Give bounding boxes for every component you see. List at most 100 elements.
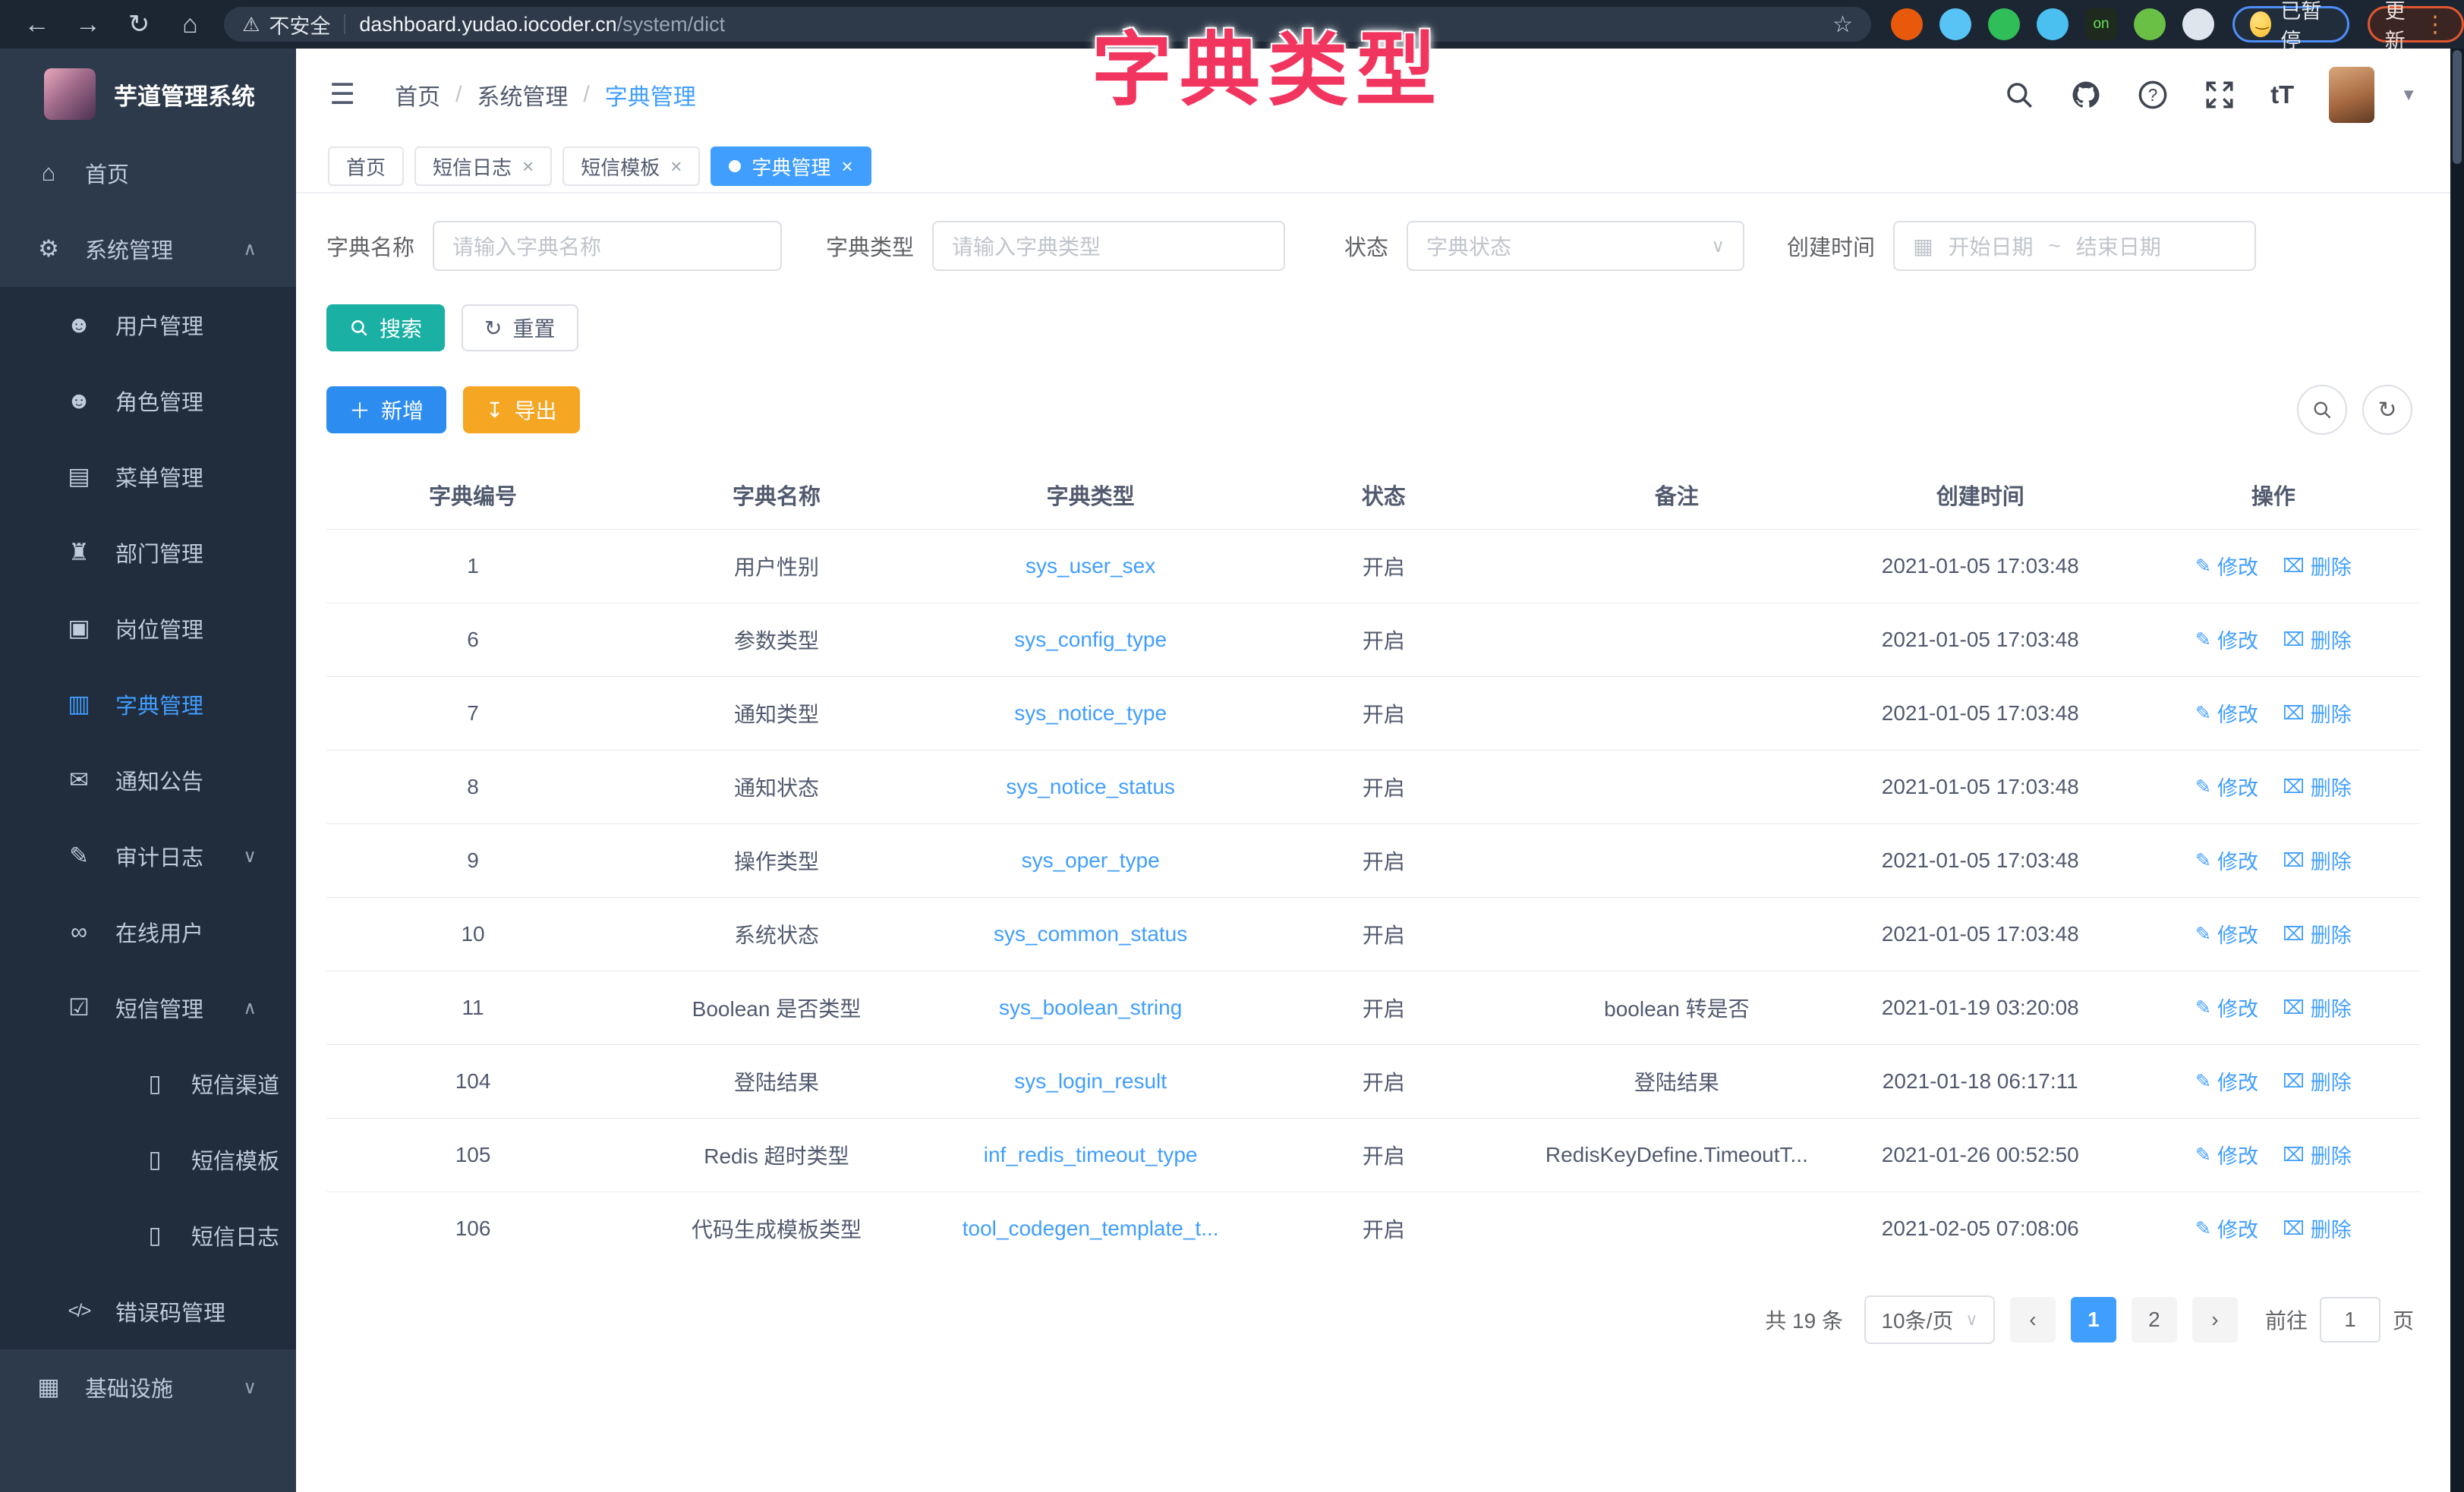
- delete-link[interactable]: ⌧删除: [2283, 625, 2352, 654]
- extension-icon-orange[interactable]: [1891, 8, 1923, 40]
- forward-icon[interactable]: →: [74, 10, 102, 39]
- extension-icon-green-circle[interactable]: [1988, 8, 2020, 40]
- dict-type-link[interactable]: sys_config_type: [934, 603, 1248, 676]
- edit-link[interactable]: ✎修改: [2195, 698, 2258, 728]
- export-button[interactable]: ↧ 导出: [463, 386, 579, 433]
- address-bar[interactable]: ⚠ 不安全 dashboard.yudao.iocoder.cn /system…: [224, 7, 1871, 42]
- sidebar-item-sms-channel[interactable]: ▯短信渠道: [0, 1046, 296, 1122]
- sidebar-item-online-users[interactable]: ∞在线用户: [0, 894, 296, 970]
- dict-type-link[interactable]: inf_redis_timeout_type: [934, 1118, 1248, 1191]
- dict-type-link[interactable]: sys_notice_status: [934, 750, 1248, 823]
- breadcrumb-system[interactable]: 系统管理: [477, 78, 568, 112]
- dict-type-link[interactable]: sys_oper_type: [934, 823, 1248, 897]
- search-button[interactable]: 搜索: [326, 304, 445, 351]
- extension-icon-on-badge[interactable]: on: [2085, 8, 2117, 40]
- dict-type-input[interactable]: 请输入字典类型: [932, 221, 1285, 271]
- sidebar-item-home[interactable]: ⌂首页: [0, 135, 296, 211]
- paused-badge[interactable]: 已暂停: [2232, 6, 2349, 42]
- sidebar-item-sms-log[interactable]: ▯短信日志: [0, 1198, 296, 1273]
- page-button-2[interactable]: 2: [2132, 1297, 2177, 1342]
- delete-link[interactable]: ⌧删除: [2283, 551, 2352, 581]
- browser-menu-icon[interactable]: ⋮: [2424, 11, 2447, 38]
- edit-link[interactable]: ✎修改: [2195, 625, 2258, 654]
- close-icon[interactable]: ×: [841, 155, 852, 178]
- dict-type-link[interactable]: sys_common_status: [934, 897, 1248, 971]
- dict-type-link[interactable]: sys_notice_type: [934, 676, 1248, 750]
- back-icon[interactable]: ←: [23, 10, 51, 39]
- status-cell: 开启: [1247, 971, 1520, 1044]
- extension-icon-diamond[interactable]: [2037, 8, 2069, 40]
- close-icon[interactable]: ×: [522, 155, 534, 178]
- prev-page-button[interactable]: ‹: [2010, 1297, 2056, 1342]
- sidebar-item-menu-management[interactable]: ▤菜单管理: [0, 439, 296, 515]
- reset-button[interactable]: ↻ 重置: [462, 304, 578, 351]
- sidebar-item-dict-management[interactable]: ▥字典管理: [0, 666, 296, 742]
- next-page-button[interactable]: ›: [2192, 1297, 2238, 1342]
- extension-icon-leaf[interactable]: [2134, 8, 2166, 40]
- goto-page-input[interactable]: [2320, 1297, 2381, 1342]
- edit-link[interactable]: ✎修改: [2195, 1213, 2258, 1243]
- sidebar-item-system-management[interactable]: ⚙系统管理∧: [0, 211, 296, 287]
- edit-link[interactable]: ✎修改: [2195, 551, 2258, 581]
- sidebar-item-post-management[interactable]: ▣岗位管理: [0, 590, 296, 666]
- home-icon[interactable]: ⌂: [176, 10, 204, 39]
- font-size-icon[interactable]: tT: [2270, 80, 2294, 109]
- breadcrumb-home[interactable]: 首页: [395, 78, 440, 112]
- hamburger-icon[interactable]: ☰: [329, 77, 355, 112]
- help-icon[interactable]: ?: [2137, 79, 2169, 111]
- delete-link[interactable]: ⌧删除: [2283, 1066, 2352, 1096]
- user-avatar[interactable]: [2329, 67, 2374, 123]
- delete-link[interactable]: ⌧删除: [2283, 698, 2352, 728]
- scrollbar-thumb[interactable]: [2453, 50, 2462, 164]
- fullscreen-icon[interactable]: [2204, 79, 2236, 111]
- toggle-search-button[interactable]: [2297, 385, 2347, 435]
- edit-link[interactable]: ✎修改: [2195, 845, 2258, 875]
- github-icon[interactable]: [2070, 79, 2102, 111]
- edit-link[interactable]: ✎修改: [2195, 993, 2258, 1022]
- add-button[interactable]: ＋ 新增: [326, 386, 446, 433]
- close-icon[interactable]: ×: [670, 155, 682, 178]
- sidebar-item-error-code-management[interactable]: </>错误码管理: [0, 1273, 296, 1349]
- sidebar-item-dept-management[interactable]: ♜部门管理: [0, 515, 296, 590]
- delete-link[interactable]: ⌧删除: [2283, 772, 2352, 801]
- edit-link[interactable]: ✎修改: [2195, 772, 2258, 801]
- refresh-table-button[interactable]: ↻: [2362, 385, 2412, 435]
- delete-link[interactable]: ⌧删除: [2283, 993, 2352, 1022]
- page-size-select[interactable]: 10条/页 ∨: [1864, 1295, 1995, 1344]
- search-icon[interactable]: [2003, 79, 2035, 111]
- sidebar-item-role-management[interactable]: ☻角色管理: [0, 363, 296, 439]
- sidebar-item-audit-log[interactable]: ✎审计日志∨: [0, 818, 296, 894]
- dict-name-input[interactable]: 请输入字典名称: [433, 221, 782, 271]
- delete-link[interactable]: ⌧删除: [2283, 1140, 2352, 1169]
- sidebar-item-sms-template[interactable]: ▯短信模板: [0, 1122, 296, 1198]
- dict-type-link[interactable]: sys_boolean_string: [934, 971, 1248, 1044]
- dict-type-link[interactable]: sys_user_sex: [934, 529, 1248, 603]
- chevron-down-icon[interactable]: ▼: [2400, 85, 2417, 105]
- update-button[interactable]: 更新 ⋮: [2368, 6, 2464, 42]
- extension-icon-lamp[interactable]: [1939, 8, 1971, 40]
- tab-home[interactable]: 首页: [328, 146, 404, 186]
- sidebar-item-infrastructure[interactable]: ▦基础设施∨: [0, 1349, 296, 1425]
- page-button-1[interactable]: 1: [2071, 1297, 2116, 1342]
- delete-link[interactable]: ⌧删除: [2283, 919, 2352, 949]
- edit-link[interactable]: ✎修改: [2195, 1140, 2258, 1169]
- tab-sms-template[interactable]: 短信模板×: [562, 146, 700, 186]
- edit-link[interactable]: ✎修改: [2195, 919, 2258, 949]
- sidebar-item-sms-management[interactable]: ☑短信管理∧: [0, 970, 296, 1046]
- dict-type-link[interactable]: sys_login_result: [934, 1044, 1248, 1118]
- bookmark-star-icon[interactable]: ☆: [1832, 11, 1853, 38]
- extension-icon-puzzle[interactable]: [2182, 8, 2214, 40]
- tab-sms-log[interactable]: 短信日志×: [414, 146, 552, 186]
- reload-icon[interactable]: ↻: [125, 9, 153, 39]
- dict-type-link[interactable]: tool_codegen_template_t...: [934, 1191, 1248, 1265]
- page-scrollbar[interactable]: [2450, 49, 2464, 1492]
- delete-link[interactable]: ⌧删除: [2283, 1213, 2352, 1243]
- date-range-picker[interactable]: ▦ 开始日期 ~ 结束日期: [1893, 221, 2256, 271]
- status-select[interactable]: 字典状态 ∨: [1407, 221, 1744, 271]
- edit-link[interactable]: ✎修改: [2195, 1066, 2258, 1096]
- delete-link[interactable]: ⌧删除: [2283, 845, 2352, 875]
- sidebar-item-notice-announcement[interactable]: ✉通知公告: [0, 742, 296, 818]
- tab-dict-management[interactable]: 字典管理×: [711, 146, 871, 186]
- sidebar-item-user-management[interactable]: ☻用户管理: [0, 287, 296, 363]
- app-logo-row[interactable]: 芋道管理系统: [0, 49, 296, 135]
